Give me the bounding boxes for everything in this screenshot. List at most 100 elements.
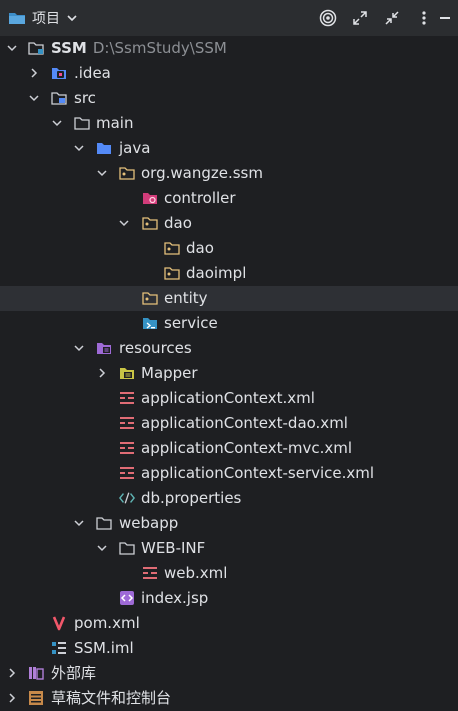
package-icon [164, 265, 180, 281]
tree-item-label: org.wangze.ssm [141, 164, 263, 182]
xml-file-icon [142, 565, 158, 581]
tree-item-label: dao [186, 239, 214, 257]
tree-item-ssm-iml[interactable]: SSM.iml [0, 636, 458, 661]
module-folder-icon [28, 40, 44, 56]
collapse-icon[interactable] [376, 0, 408, 36]
chevron-down-icon[interactable] [73, 142, 85, 154]
tree-item-label: applicationContext.xml [141, 389, 315, 407]
properties-file-icon [119, 490, 135, 506]
tree-item-dao[interactable]: dao [0, 211, 458, 236]
library-icon [28, 665, 44, 681]
tree-item-label: applicationContext-service.xml [141, 464, 375, 482]
tree-item-appctx-dao-xml[interactable]: applicationContext-dao.xml [0, 411, 458, 436]
tree-item-java[interactable]: java [0, 136, 458, 161]
tree-item-dao-dao[interactable]: dao [0, 236, 458, 261]
resources-folder-icon [96, 340, 112, 356]
folder-icon [74, 115, 90, 131]
project-toolbar: 项目 [0, 0, 458, 36]
tree-item-web-xml[interactable]: web.xml [0, 561, 458, 586]
chevron-down-icon[interactable] [6, 42, 18, 54]
package-icon [142, 290, 158, 306]
tree-item-package[interactable]: org.wangze.ssm [0, 161, 458, 186]
chevron-down-icon[interactable] [73, 517, 85, 529]
project-folder-icon [8, 10, 26, 26]
tree-item-label: SSM.iml [74, 639, 134, 657]
tree-item-label: applicationContext-dao.xml [141, 414, 348, 432]
chevron-down-icon[interactable] [73, 342, 85, 354]
src-folder-icon [51, 90, 67, 106]
tree-item-label: WEB-INF [141, 539, 206, 557]
xml-file-icon [119, 390, 135, 406]
more-vert-icon[interactable] [408, 0, 440, 36]
controller-folder-icon [142, 190, 158, 206]
maven-icon [51, 615, 67, 631]
chevron-right-icon[interactable] [96, 367, 108, 379]
tree-item-label: pom.xml [74, 614, 140, 632]
tree-item-service[interactable]: service [0, 311, 458, 336]
mapper-folder-icon [119, 365, 135, 381]
chevron-right-icon[interactable] [6, 667, 18, 679]
xml-file-icon [119, 465, 135, 481]
tree-item-main[interactable]: main [0, 111, 458, 136]
source-folder-icon [96, 140, 112, 156]
chevron-down-icon[interactable] [118, 217, 130, 229]
tree-item-label: daoimpl [186, 264, 247, 282]
tree-item-label: SSM [51, 39, 87, 57]
tree-item-label: entity [164, 289, 208, 307]
service-folder-icon [142, 315, 158, 331]
chevron-down-icon[interactable] [66, 12, 78, 24]
tree-item-label: 草稿文件和控制台 [51, 689, 172, 707]
tree-item-idea[interactable]: .idea [0, 61, 458, 86]
jsp-file-icon [119, 590, 135, 606]
tree-item-label: service [164, 314, 218, 332]
tree-item-db-properties[interactable]: db.properties [0, 486, 458, 511]
tree-item-scratches[interactable]: 草稿文件和控制台 [0, 686, 458, 711]
project-path: D:\SsmStudy\SSM [92, 39, 227, 57]
toolbar-title: 项目 [32, 11, 60, 27]
xml-file-icon [119, 415, 135, 431]
tree-item-src[interactable]: src [0, 86, 458, 111]
tree-item-web-inf[interactable]: WEB-INF [0, 536, 458, 561]
tree-item-index-jsp[interactable]: index.jsp [0, 586, 458, 611]
minimize-icon[interactable] [440, 0, 458, 36]
chevron-down-icon[interactable] [96, 542, 108, 554]
expand-icon[interactable] [344, 0, 376, 36]
folder-icon [119, 540, 135, 556]
tree-item-entity[interactable]: entity [0, 286, 458, 311]
package-icon [142, 215, 158, 231]
tree-item-controller[interactable]: controller [0, 186, 458, 211]
tree-item-label: applicationContext-mvc.xml [141, 439, 353, 457]
tree-item-appctx-xml[interactable]: applicationContext.xml [0, 386, 458, 411]
tree-item-label: controller [164, 189, 236, 207]
xml-file-icon [119, 440, 135, 456]
package-icon [164, 240, 180, 256]
chevron-down-icon[interactable] [28, 92, 40, 104]
tree-item-webapp[interactable]: webapp [0, 511, 458, 536]
tree-item-label: resources [119, 339, 192, 357]
tree-item-label: index.jsp [141, 589, 209, 607]
tree-item-resources[interactable]: resources [0, 336, 458, 361]
tree-item-external-libraries[interactable]: 外部库 [0, 661, 458, 686]
tree-item-label: .idea [74, 64, 111, 82]
project-tree: SSM D:\SsmStudy\SSM .idea src main java o… [0, 36, 458, 711]
tree-item-label: 外部库 [51, 664, 97, 682]
tree-item-label: dao [164, 214, 192, 232]
package-icon [119, 165, 135, 181]
target-icon[interactable] [312, 0, 344, 36]
tree-item-label: java [119, 139, 151, 157]
project-view-selector[interactable]: 项目 [8, 8, 78, 28]
tree-item-appctx-mvc-xml[interactable]: applicationContext-mvc.xml [0, 436, 458, 461]
tree-item-pom-xml[interactable]: pom.xml [0, 611, 458, 636]
tree-item-label: db.properties [141, 489, 242, 507]
idea-folder-icon [51, 65, 67, 81]
chevron-down-icon[interactable] [51, 117, 63, 129]
chevron-right-icon[interactable] [6, 692, 18, 704]
tree-item-label: web.xml [164, 564, 228, 582]
tree-item-label: main [96, 114, 134, 132]
chevron-right-icon[interactable] [28, 67, 40, 79]
tree-item-ssm-root[interactable]: SSM D:\SsmStudy\SSM [0, 36, 458, 61]
tree-item-appctx-service-xml[interactable]: applicationContext-service.xml [0, 461, 458, 486]
tree-item-mapper[interactable]: Mapper [0, 361, 458, 386]
tree-item-daoimpl[interactable]: daoimpl [0, 261, 458, 286]
chevron-down-icon[interactable] [96, 167, 108, 179]
